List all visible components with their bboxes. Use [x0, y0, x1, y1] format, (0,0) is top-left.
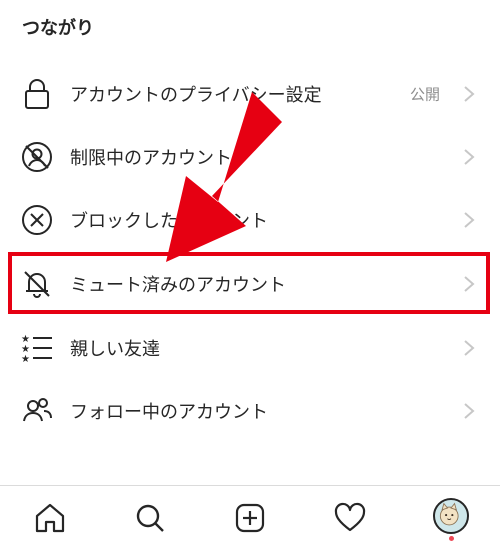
- chevron-right-icon: [462, 84, 476, 104]
- settings-row-account-privacy[interactable]: アカウントのプライバシー設定 公開: [0, 64, 500, 124]
- annotation-highlight-box: [8, 252, 490, 314]
- settings-row-following-accounts[interactable]: フォロー中のアカウント: [0, 381, 500, 441]
- settings-row-label: 親しい友達: [70, 339, 160, 360]
- chevron-right-icon: [462, 147, 476, 167]
- close-friends-list-icon: ★ ★ ★: [20, 331, 54, 365]
- search-icon[interactable]: [130, 498, 170, 538]
- following-people-icon: [20, 394, 54, 428]
- settings-row-label: アカウントのプライバシー設定: [70, 85, 322, 106]
- privacy-status-value: 公開: [409, 85, 440, 104]
- notification-dot: [449, 536, 454, 541]
- settings-row-label: 制限中のアカウント: [70, 148, 232, 169]
- settings-row-blocked-accounts[interactable]: ブロックしたアカウント: [0, 190, 500, 250]
- chevron-right-icon: [462, 338, 476, 358]
- settings-row-label: フォロー中のアカウント: [70, 402, 268, 423]
- restricted-icon: [20, 140, 54, 174]
- chevron-right-icon: [462, 401, 476, 421]
- settings-row-close-friends[interactable]: ★ ★ ★ 親しい友達: [0, 318, 500, 378]
- block-icon: [20, 203, 54, 237]
- new-post-icon[interactable]: [230, 498, 270, 538]
- avatar: [433, 498, 469, 534]
- profile-avatar[interactable]: [431, 498, 471, 541]
- bottom-navigation-bar: [0, 485, 500, 550]
- activity-heart-icon[interactable]: [330, 498, 370, 538]
- home-icon[interactable]: [30, 498, 70, 538]
- settings-row-restricted-accounts[interactable]: 制限中のアカウント: [0, 127, 500, 187]
- lock-icon: [20, 77, 54, 111]
- chevron-right-icon: [462, 210, 476, 230]
- section-title: つながり: [22, 18, 94, 39]
- settings-row-label: ブロックしたアカウント: [70, 211, 268, 232]
- svg-text:★: ★: [21, 354, 30, 365]
